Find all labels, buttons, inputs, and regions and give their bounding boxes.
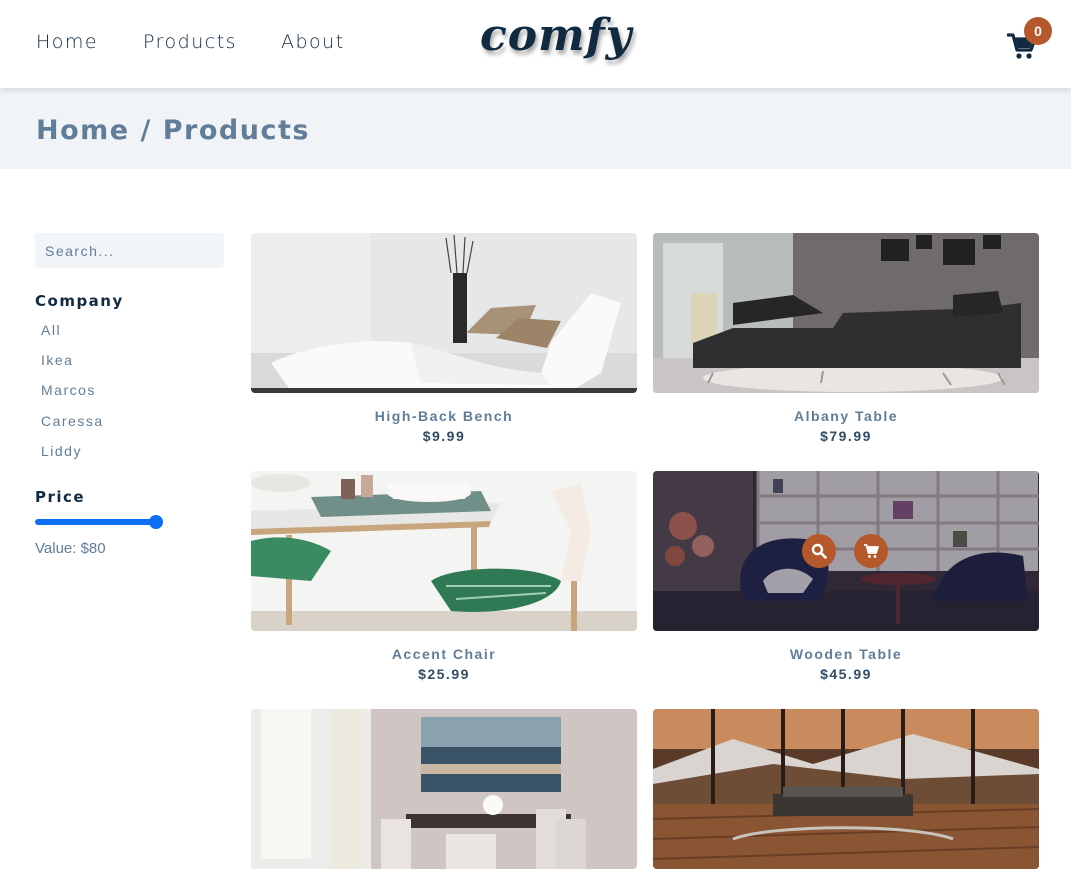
product-price: $25.99 — [418, 666, 470, 682]
company-heading: Company — [35, 292, 124, 310]
product-card: High-Back Bench $9.99 — [251, 233, 637, 444]
nav-link-products[interactable]: Products — [143, 31, 237, 53]
company-liddy-button[interactable]: Liddy — [41, 443, 82, 459]
price-heading: Price — [35, 488, 86, 506]
product-card — [653, 709, 1039, 869]
company-all-button[interactable]: All — [41, 322, 61, 338]
breadcrumb: Home / Products — [36, 115, 310, 146]
page-hero: Home / Products — [0, 88, 1071, 169]
product-image[interactable] — [653, 471, 1039, 631]
product-card: Accent Chair $25.99 — [251, 471, 637, 682]
product-image[interactable] — [251, 471, 637, 631]
navbar: Home Products About comfy 0 — [0, 0, 1071, 88]
price-slider-track[interactable] — [35, 519, 160, 525]
company-caressa-button[interactable]: Caressa — [41, 413, 104, 429]
product-name: Albany Table — [793, 408, 899, 424]
product-price: $45.99 — [820, 666, 872, 682]
product-card: Albany Table $79.99 — [653, 233, 1039, 444]
product-card — [251, 709, 637, 869]
product-image[interactable] — [251, 709, 637, 869]
company-ikea-button[interactable]: Ikea — [41, 352, 73, 368]
product-image[interactable] — [653, 709, 1039, 869]
company-marcos-button[interactable]: Marcos — [41, 382, 96, 398]
product-price: $9.99 — [422, 428, 466, 444]
product-image[interactable] — [653, 233, 1039, 393]
nav-link-about[interactable]: About — [281, 31, 345, 53]
product-name: Wooden Table — [789, 646, 903, 662]
product-name: Accent Chair — [391, 646, 497, 662]
search-input[interactable] — [35, 233, 224, 268]
price-value: Value: $80 — [35, 540, 106, 557]
cart-icon[interactable] — [854, 534, 888, 568]
price-slider-thumb[interactable] — [149, 515, 163, 529]
product-image[interactable] — [251, 233, 637, 393]
product-card: Wooden Table $45.99 — [653, 471, 1039, 682]
nav-link-home[interactable]: Home — [36, 31, 98, 53]
product-price: $79.99 — [820, 428, 872, 444]
product-name: High-Back Bench — [374, 408, 514, 424]
logo[interactable]: comfy — [480, 10, 632, 61]
cart-count-badge: 0 — [1024, 17, 1052, 45]
search-icon[interactable] — [802, 534, 836, 568]
